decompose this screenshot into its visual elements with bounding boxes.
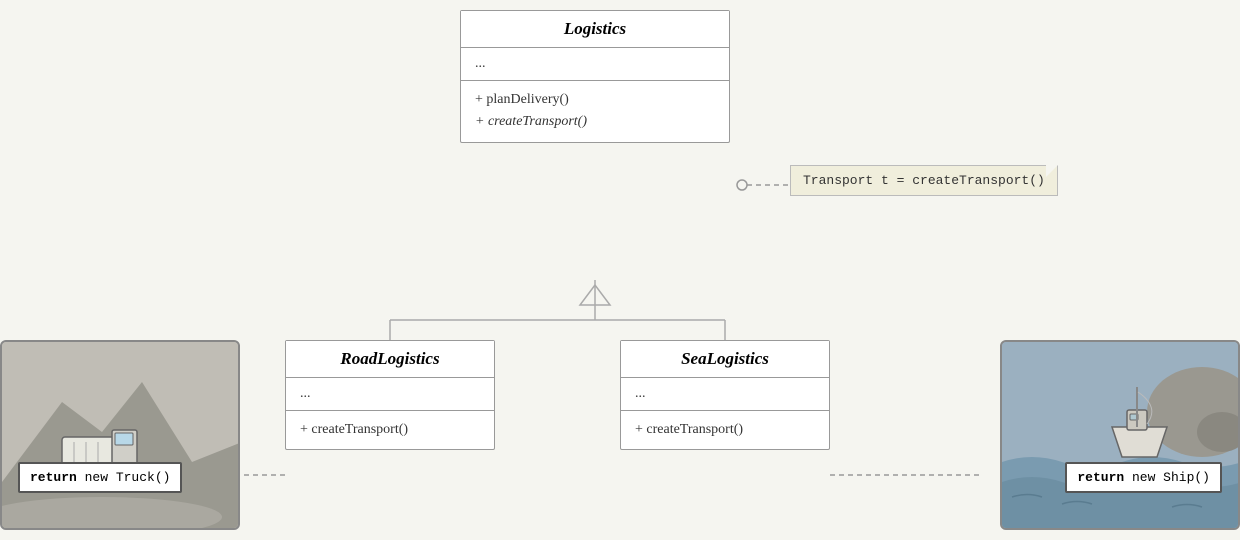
road-logistics-methods: + createTransport() — [286, 411, 494, 449]
sea-logistics-fields: ... — [621, 378, 829, 411]
sea-logistics-methods: + createTransport() — [621, 411, 829, 449]
road-logistics-fields: ... — [286, 378, 494, 411]
create-transport-method: + createTransport() — [475, 111, 715, 133]
logistics-header: Logistics — [461, 11, 729, 48]
ship-code-text: new Ship() — [1124, 470, 1210, 485]
diagram-container: Logistics ... + planDelivery() + createT… — [0, 0, 1240, 540]
logistics-class: Logistics ... + planDelivery() + createT… — [460, 10, 730, 143]
truck-scene-svg — [2, 342, 240, 530]
ship-keyword: return — [1077, 470, 1124, 485]
truck-code-label: return new Truck() — [18, 462, 182, 493]
road-logistics-class: RoadLogistics ... + createTransport() — [285, 340, 495, 450]
create-transport-text: + createTransport() — [475, 114, 587, 129]
truck-keyword: return — [30, 470, 77, 485]
road-create-transport: + createTransport() — [300, 419, 480, 441]
plan-delivery-text: + planDelivery() — [475, 92, 569, 107]
note-text: Transport t = createTransport() — [803, 173, 1045, 188]
ship-scene-svg — [1002, 342, 1240, 530]
truck-scene — [0, 340, 240, 530]
sea-logistics-header: SeaLogistics — [621, 341, 829, 378]
sea-create-transport: + createTransport() — [635, 419, 815, 441]
sea-logistics-class: SeaLogistics ... + createTransport() — [620, 340, 830, 450]
road-create-text: + createTransport() — [300, 422, 408, 437]
road-fields-text: ... — [300, 386, 311, 401]
logistics-fields-text: ... — [475, 56, 486, 71]
sea-logistics-title: SeaLogistics — [681, 349, 769, 368]
sea-create-text: + createTransport() — [635, 422, 743, 437]
note-box: Transport t = createTransport() — [790, 165, 1058, 196]
road-logistics-header: RoadLogistics — [286, 341, 494, 378]
logistics-title: Logistics — [564, 19, 626, 38]
sea-fields-text: ... — [635, 386, 646, 401]
ship-code-label: return new Ship() — [1065, 462, 1222, 493]
logistics-methods: + planDelivery() + createTransport() — [461, 81, 729, 142]
road-logistics-title: RoadLogistics — [340, 349, 439, 368]
truck-code-text: new Truck() — [77, 470, 171, 485]
ship-scene — [1000, 340, 1240, 530]
logistics-fields: ... — [461, 48, 729, 81]
plan-delivery-method: + planDelivery() — [475, 89, 715, 111]
